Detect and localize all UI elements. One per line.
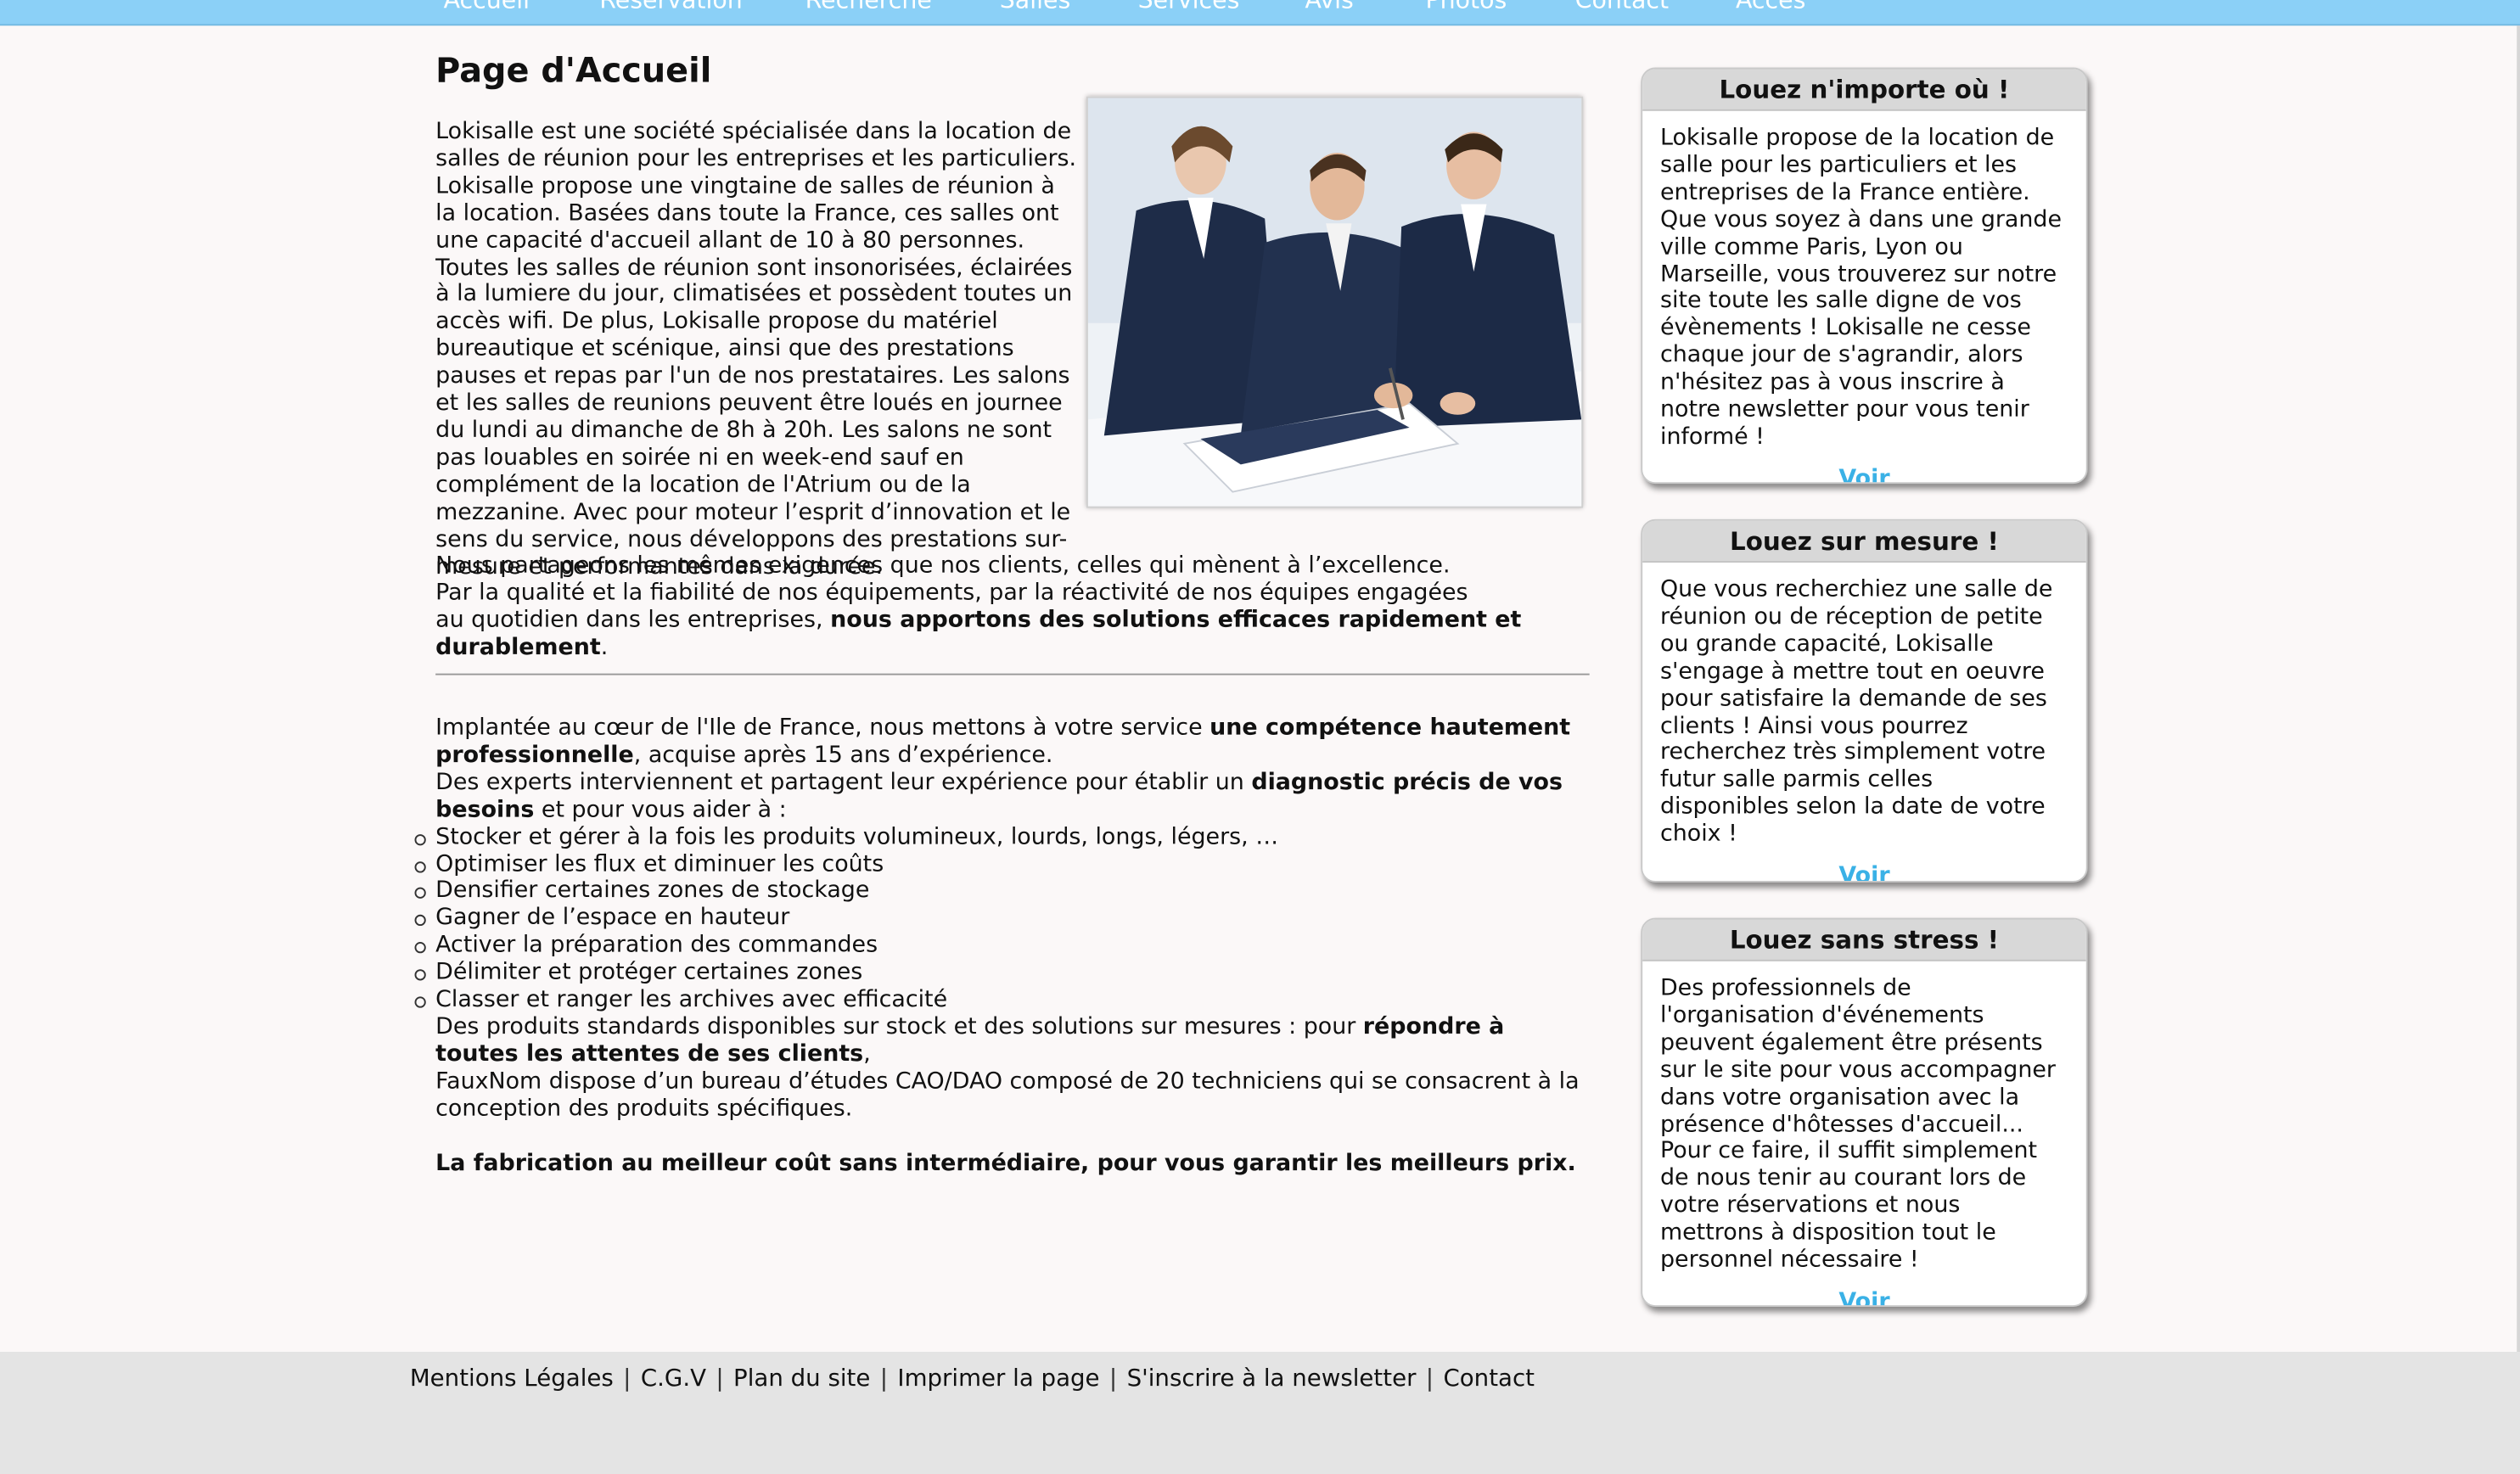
pricing-statement: La fabrication au meilleur coût sans int…: [435, 1150, 1590, 1177]
products-paragraph: Des produits standards disponibles sur s…: [435, 1014, 1590, 1068]
sidebar-box-no-stress: Louez sans stress ! Des professionnels d…: [1641, 917, 2088, 1307]
nav-item-accueil[interactable]: Accueil: [444, 0, 530, 14]
products-text-a: Des produits standards disponibles sur s…: [435, 1014, 1363, 1040]
business-meeting-illustration: [1087, 98, 1582, 507]
intro-line-solutions: au quotidien dans les entreprises, nous …: [435, 608, 1590, 662]
footer-separator: |: [879, 1365, 889, 1393]
list-item: Optimiser les flux et diminuer les coûts: [414, 851, 1590, 878]
nav-item-services[interactable]: Services: [1138, 0, 1240, 14]
expertise-text-a: Implantée au cœur de l'Ile de France, no…: [435, 715, 1210, 742]
nav-item-contact[interactable]: Contact: [1575, 0, 1670, 14]
footer-separator: |: [1425, 1365, 1434, 1393]
intro-paragraph-continued: Nous partageons les mêmes exigences que …: [435, 553, 1590, 662]
nav-item-acces[interactable]: Accès: [1736, 0, 1805, 14]
footer-link-plan[interactable]: Plan du site: [733, 1365, 870, 1392]
list-item: Densifier certaines zones de stockage: [414, 878, 1590, 905]
intro-solutions-end: .: [600, 634, 609, 660]
footer-link-cgv[interactable]: C.G.V: [641, 1365, 706, 1392]
box-title: Louez n'importe où !: [1642, 69, 2086, 111]
box-text: Que vous recherchiez une salle de réunio…: [1659, 577, 2053, 848]
voir-link[interactable]: Voir: [1642, 466, 2086, 482]
design-office-paragraph: FauxNom dispose d’un bureau d’études CAO…: [435, 1068, 1580, 1122]
nav-item-reservation[interactable]: Réservation: [599, 0, 743, 14]
intro-line-exigences: Nous partageons les mêmes exigences que …: [435, 552, 1451, 579]
page: Accueil Réservation Recherche Salles Ser…: [0, 0, 2520, 1474]
footer-link-mentions[interactable]: Mentions Légales: [410, 1365, 614, 1392]
products-text-b: ,: [863, 1041, 871, 1068]
nav-item-salles[interactable]: Salles: [1000, 0, 1070, 14]
list-item: Stocker et gérer à la fois les produits …: [414, 824, 1590, 851]
voir-link[interactable]: Voir: [1642, 863, 2086, 881]
business-meeting-photo: [1086, 96, 1584, 508]
expertise-intro: Implantée au cœur de l'Ile de France, no…: [435, 715, 1590, 770]
box-text: Des professionnels de l'organisation d'é…: [1659, 975, 2056, 1274]
top-navigation: Accueil Réservation Recherche Salles Ser…: [0, 0, 2520, 26]
list-item: Délimiter et protéger certaines zones: [414, 960, 1590, 987]
footer-separator: |: [716, 1365, 724, 1393]
pricing-emphasis: La fabrication au meilleur coût sans int…: [435, 1150, 1576, 1176]
voir-link[interactable]: Voir: [1642, 1289, 2086, 1305]
footer-links: Mentions Légales | C.G.V | Plan du site | Impr…: [410, 1365, 1535, 1392]
sidebar-box-custom: Louez sur mesure ! Que vous recherchiez …: [1641, 518, 2088, 883]
nav-item-avis[interactable]: Avis: [1305, 0, 1354, 14]
footer-link-newsletter[interactable]: S'inscrire à la newsletter: [1127, 1365, 1417, 1392]
expertise-section: Implantée au cœur de l'Ile de France, no…: [414, 715, 1590, 1178]
box-title: Louez sur mesure !: [1642, 520, 2086, 563]
footer-link-contact[interactable]: Contact: [1443, 1365, 1535, 1392]
section-divider: [435, 673, 1590, 675]
intro-solutions-text: au quotidien dans les entreprises,: [435, 607, 831, 633]
page-title: Page d'Accueil: [435, 51, 712, 91]
expertise-text-b: , acquise après 15 ans d’expérience.: [633, 742, 1053, 769]
list-item: Classer et ranger les archives avec effi…: [414, 987, 1590, 1014]
box-text: Lokisalle propose de la location de sall…: [1659, 125, 2063, 451]
footer: Mentions Légales | C.G.V | Plan du site | Impr…: [0, 1353, 2520, 1474]
footer-separator: |: [623, 1365, 631, 1393]
footer-link-print[interactable]: Imprimer la page: [897, 1365, 1099, 1392]
diagnostic-text-a: Des experts interviennent et partagent l…: [435, 769, 1252, 796]
list-item: Activer la préparation des commandes: [414, 933, 1590, 960]
sidebar-box-anywhere: Louez n'importe où ! Lokisalle propose d…: [1641, 67, 2088, 485]
services-list: Stocker et gérer à la fois les produits …: [414, 824, 1590, 1014]
nav-item-recherche[interactable]: Recherche: [805, 0, 932, 14]
intro-paragraph: Lokisalle est une société spécialisée da…: [435, 119, 1077, 580]
list-item: Gagner de l’espace en hauteur: [414, 905, 1590, 933]
nav-item-photos[interactable]: Photos: [1426, 0, 1507, 14]
diagnostic-text-b: et pour vous aider à :: [534, 796, 787, 823]
footer-separator: |: [1108, 1365, 1118, 1393]
expertise-diagnostic: Des experts interviennent et partagent l…: [435, 770, 1590, 824]
intro-line-qualite: Par la qualité et la fiabilité de nos éq…: [435, 580, 1468, 606]
box-title: Louez sans stress !: [1642, 919, 2086, 961]
